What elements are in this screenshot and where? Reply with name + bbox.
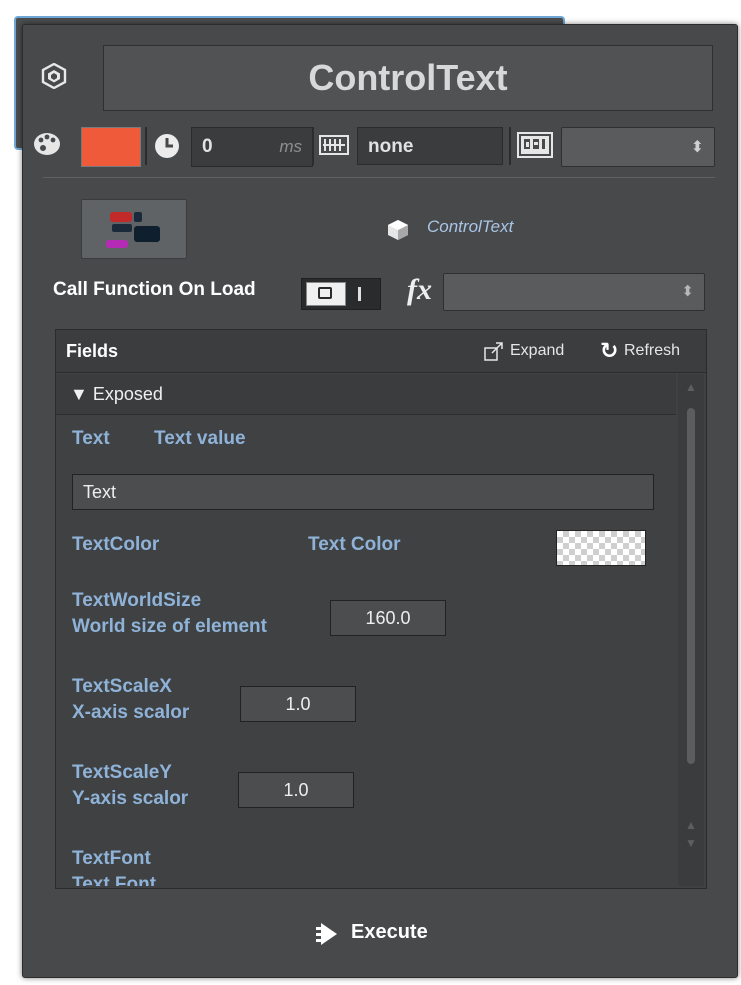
keyboard-icon <box>319 135 349 155</box>
fields-list: Text Text value TextColor Text Color Tex… <box>56 416 676 886</box>
fields-title: Fields <box>66 341 119 361</box>
toggle-on-indicator <box>358 287 361 301</box>
divider <box>145 127 147 165</box>
scroll-up-arrow-icon[interactable]: ▲ <box>685 380 697 394</box>
field-name: TextScaleY <box>72 762 172 783</box>
color-swatch[interactable] <box>81 127 141 167</box>
toggle-knob <box>306 282 346 306</box>
world-size-input[interactable] <box>330 600 446 636</box>
call-on-load-label: Call Function On Load <box>53 279 256 300</box>
divider <box>43 177 715 178</box>
exposed-group-label: ▼ Exposed <box>70 384 163 404</box>
divider <box>509 127 511 165</box>
call-on-load-toggle[interactable] <box>301 278 381 310</box>
scroll-thumb[interactable] <box>687 408 695 764</box>
gpi-select[interactable]: ⬍ <box>561 127 715 167</box>
field-description: X-axis scalor <box>72 702 190 723</box>
delay-value: 0 <box>202 136 213 157</box>
updown-arrows-icon: ⬍ <box>681 283 694 300</box>
field-name: TextColor <box>72 534 160 555</box>
shortcut-input[interactable]: none <box>357 127 503 165</box>
field-name: TextFont <box>72 848 151 869</box>
function-select[interactable]: ⬍ <box>443 273 705 311</box>
divider <box>312 127 314 165</box>
scale-y-input[interactable] <box>238 772 354 808</box>
delay-input[interactable]: 0 ms <box>191 127 313 167</box>
page-title[interactable]: ControlText <box>103 45 713 111</box>
script-blocks-icon <box>106 212 160 248</box>
field-description: World size of element <box>72 616 267 637</box>
field-name: Text <box>72 428 110 449</box>
fx-icon: fx <box>407 273 432 306</box>
script-type-button[interactable] <box>81 199 187 259</box>
gpi-icon <box>517 132 553 158</box>
field-description: Text Font <box>72 874 157 886</box>
field-description: Text value <box>154 428 246 449</box>
script-name-label: ControlText <box>427 217 514 236</box>
field-description: Y-axis scalor <box>72 788 189 809</box>
refresh-button[interactable]: Refresh <box>624 342 680 360</box>
field-name: TextScaleX <box>72 676 172 697</box>
color-picker[interactable] <box>556 530 646 566</box>
fields-header: Fields Expand ↻ Refresh <box>56 330 706 373</box>
scale-x-input[interactable] <box>240 686 356 722</box>
updown-arrows-icon: ⬍ <box>690 139 704 156</box>
field-description: Text Color <box>308 534 401 555</box>
clock-icon <box>155 134 179 158</box>
scroll-down-arrow-icon[interactable]: ▼ <box>685 836 697 850</box>
scroll-up-arrow-icon[interactable]: ▲ <box>685 818 697 832</box>
field-name: TextWorldSize <box>72 590 202 611</box>
script-hex-icon <box>41 63 67 89</box>
expand-button[interactable]: Expand <box>510 342 564 360</box>
delay-unit: ms <box>279 137 302 156</box>
fields-section: Fields Expand ↻ Refresh ▼ Exposed ▲ ▲ ▼ … <box>55 329 707 889</box>
exposed-group-header[interactable]: ▼ Exposed <box>56 374 676 415</box>
control-text-editor-panel: ControlText 0 ms none ⬍ ControlText Call… <box>22 24 738 978</box>
cube-icon <box>388 220 408 240</box>
refresh-icon[interactable]: ↻ <box>600 340 618 362</box>
fields-scrollbar[interactable]: ▲ ▲ ▼ <box>678 374 704 886</box>
text-input[interactable] <box>72 474 654 510</box>
execute-icon[interactable] <box>315 921 339 947</box>
expand-icon[interactable] <box>484 341 504 361</box>
execute-button[interactable]: Execute <box>351 921 428 944</box>
palette-icon[interactable] <box>33 131 61 157</box>
